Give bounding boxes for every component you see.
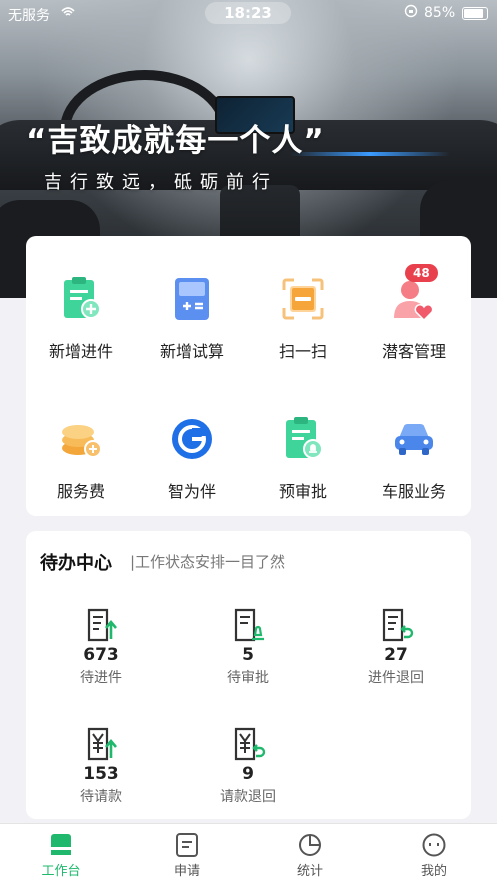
hero-subslogan: 吉行致远，砥砺前行 — [44, 172, 278, 193]
tab-label: 申请 — [173, 864, 200, 879]
document-return-icon — [378, 607, 414, 643]
tab-label: 统计 — [296, 864, 323, 879]
quick-action-new-calculation[interactable]: 新增试算 — [137, 276, 247, 362]
scan-icon — [280, 276, 326, 322]
workbench-icon — [48, 832, 74, 858]
todo-label: 进件退回 — [368, 670, 424, 686]
todo-item-pending-application[interactable]: 673 待进件 — [46, 607, 156, 687]
potential-customer-badge: 48 — [405, 264, 438, 282]
quick-action-label: 智为伴 — [167, 482, 216, 501]
hero-slogan: “吉致成就每一个人” — [26, 123, 325, 159]
todo-label: 请款退回 — [220, 789, 276, 805]
service-fee-coins-icon — [58, 416, 104, 462]
statistics-icon — [297, 832, 323, 858]
quick-action-label: 预审批 — [278, 482, 327, 501]
new-application-icon — [58, 276, 104, 322]
yen-document-return-icon — [230, 726, 266, 762]
todo-item-pending-approval[interactable]: 5 待审批 — [193, 607, 303, 687]
todo-count: 9 — [242, 764, 254, 784]
quick-action-label: 新增进件 — [48, 342, 113, 361]
bottom-tab-bar: 工作台 申请 统计 我的 — [0, 823, 497, 883]
quick-action-new-application[interactable]: 新增进件 — [26, 276, 136, 362]
tab-workbench[interactable]: 工作台 — [21, 832, 101, 879]
link-icon — [60, 4, 76, 22]
todo-item-pending-payment-request[interactable]: 153 待请款 — [46, 726, 156, 806]
potential-customer-icon: 48 — [391, 264, 438, 322]
yen-document-up-icon — [83, 726, 119, 762]
document-up-icon — [83, 607, 119, 643]
calculator-icon — [169, 276, 215, 322]
battery-icon — [462, 7, 488, 20]
quick-action-potential-customers[interactable]: 48 潜客管理 — [359, 264, 469, 362]
quick-action-service-fee[interactable]: 服务费 — [26, 416, 136, 502]
todo-center-card: 待办中心 |工作状态安排一目了然 673 待进件 5 待审批 27 进件退回 1… — [26, 531, 471, 819]
car-service-icon — [391, 416, 437, 462]
document-approve-icon — [230, 607, 266, 643]
quick-action-label: 车服业务 — [381, 482, 446, 501]
battery-fill — [464, 9, 483, 18]
apply-icon — [174, 832, 200, 858]
quick-actions-card: 新增进件 新增试算 扫一扫 48 潜客管理 服务费 智为伴 预审批 车服业务 — [26, 236, 471, 516]
quick-action-label: 扫一扫 — [278, 342, 327, 361]
todo-title: 待办中心 — [40, 553, 112, 574]
clock: 18:23 — [205, 2, 291, 24]
g-logo-icon — [169, 416, 215, 462]
status-bar: 无服务 18:23 85% — [0, 0, 497, 28]
quick-action-scan[interactable]: 扫一扫 — [248, 276, 358, 362]
todo-count: 5 — [242, 645, 254, 665]
battery-percent: 85% — [424, 5, 456, 21]
todo-count: 153 — [83, 764, 119, 784]
profile-icon — [421, 832, 447, 858]
todo-label: 待进件 — [80, 670, 122, 686]
todo-item-application-returned[interactable]: 27 进件退回 — [341, 607, 451, 687]
todo-label: 待审批 — [227, 670, 269, 686]
quick-action-label: 潜客管理 — [381, 342, 446, 361]
todo-count: 27 — [384, 645, 408, 665]
carrier-label: 无服务 — [8, 8, 50, 24]
quick-action-car-service[interactable]: 车服业务 — [359, 416, 469, 502]
pre-approval-icon — [280, 416, 326, 462]
todo-count: 673 — [83, 645, 119, 665]
quick-action-label: 新增试算 — [159, 342, 224, 361]
todo-item-payment-request-returned[interactable]: 9 请款退回 — [193, 726, 303, 806]
tab-apply[interactable]: 申请 — [147, 832, 227, 879]
todo-subtitle: |工作状态安排一目了然 — [130, 553, 286, 571]
tab-label: 我的 — [420, 864, 447, 879]
quick-action-label: 服务费 — [56, 482, 105, 501]
tab-mine[interactable]: 我的 — [394, 832, 474, 879]
tab-label: 工作台 — [41, 864, 81, 879]
quick-action-zhiweiban[interactable]: 智为伴 — [137, 416, 247, 502]
tab-statistics[interactable]: 统计 — [270, 832, 350, 879]
quick-action-pre-approval[interactable]: 预审批 — [248, 416, 358, 502]
todo-label: 待请款 — [80, 789, 122, 805]
rotation-lock-icon — [404, 4, 418, 22]
